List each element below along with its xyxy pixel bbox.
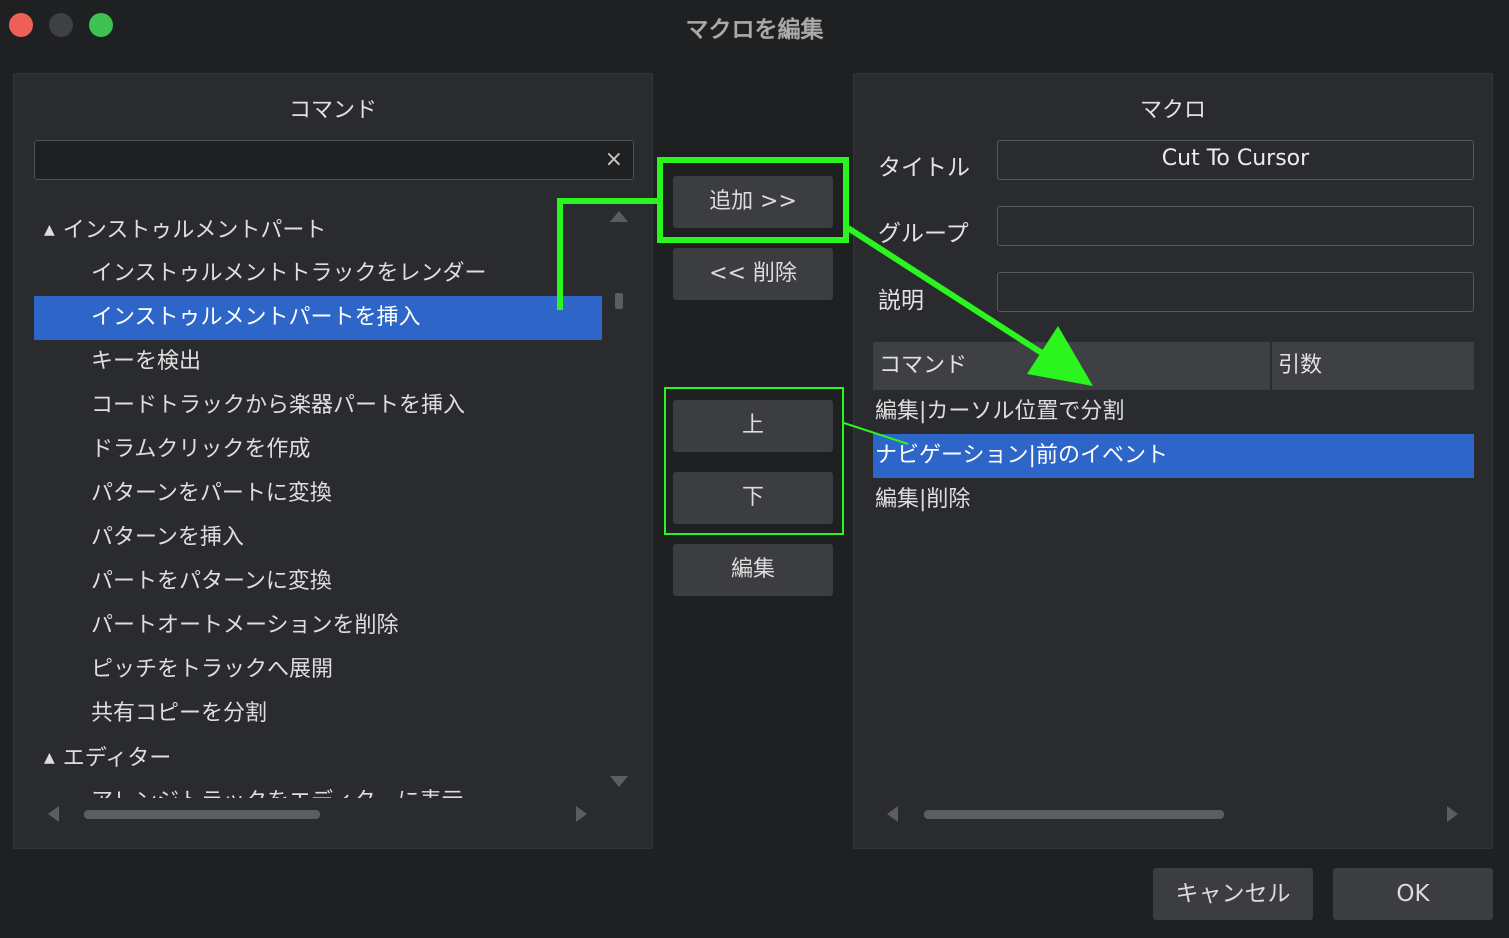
macro-horizontal-scrollbar-thumb[interactable]	[924, 810, 1224, 819]
tree-item[interactable]: パターンを挿入	[34, 516, 602, 560]
edit-button[interactable]: 編集	[673, 544, 833, 596]
scroll-up-arrow-icon[interactable]	[610, 211, 628, 222]
macro-panel: マクロ タイトル Cut To Cursor グループ 説明 コマンド 引数 編…	[853, 73, 1493, 849]
tree-item[interactable]: コードトラックから楽器パートを挿入	[34, 384, 602, 428]
group-field[interactable]	[997, 206, 1474, 246]
add-button-highlight	[657, 157, 849, 243]
macro-scroll-left-arrow-icon[interactable]	[887, 806, 898, 822]
macro-list-row[interactable]: ナビゲーション|前のイベント	[873, 434, 1474, 478]
command-tree[interactable]: ▲ インストゥルメントパート インストゥルメントトラックをレンダー インストゥルメント…	[34, 208, 602, 798]
ok-button[interactable]: OK	[1333, 868, 1493, 920]
title-label: タイトル	[878, 155, 970, 181]
tree-item-label: エディター	[62, 746, 172, 771]
tree-item-label: パートオートメーションを削除	[91, 613, 399, 638]
tree-group[interactable]: ▲ エディター	[34, 736, 602, 780]
column-divider[interactable]	[1270, 342, 1272, 390]
macro-scroll-right-arrow-icon[interactable]	[1447, 806, 1458, 822]
scroll-left-arrow-icon[interactable]	[48, 806, 59, 822]
description-label: 説明	[878, 288, 924, 314]
tree-item[interactable]: インストゥルメントパートを挿入	[34, 296, 602, 340]
tree-item[interactable]: 共有コピーを分割	[34, 692, 602, 736]
commands-panel-title: コマンド	[288, 98, 377, 123]
column-header-command[interactable]: コマンド	[879, 342, 967, 390]
cancel-button[interactable]: キャンセル	[1153, 868, 1313, 920]
macro-list-row[interactable]: 編集|削除	[873, 478, 1474, 522]
tree-item-label: パートをパターンに変換	[91, 569, 332, 594]
tree-item[interactable]: ピッチをトラックへ展開	[34, 648, 602, 692]
tree-item-label: コードトラックから楽器パートを挿入	[91, 393, 466, 418]
clear-search-icon[interactable]: ×	[605, 147, 623, 172]
tree-item[interactable]: パートをパターンに変換	[34, 560, 602, 604]
macro-panel-title: マクロ	[1139, 98, 1206, 123]
expand-triangle-icon[interactable]: ▲	[44, 736, 55, 780]
remove-button[interactable]: << 削除	[673, 248, 833, 300]
command-search-input[interactable]: ×	[34, 140, 634, 180]
macro-list-row[interactable]: 編集|カーソル位置で分割	[873, 390, 1474, 434]
vertical-scrollbar-thumb[interactable]	[615, 293, 623, 309]
tree-item[interactable]: ドラムクリックを作成	[34, 428, 602, 472]
tree-item-label: 共有コピーを分割	[91, 701, 268, 726]
tree-item-label: インストゥルメントトラックをレンダー	[91, 261, 487, 286]
title-bar: マクロを編集	[0, 0, 1509, 48]
horizontal-scrollbar-thumb[interactable]	[84, 810, 320, 819]
tree-item-label: パターンをパートに変換	[91, 481, 332, 506]
tree-item-label: ピッチをトラックへ展開	[91, 657, 334, 682]
tree-item-label: アレンジトラックをエディターに表示	[91, 789, 463, 798]
column-header-argument[interactable]: 引数	[1278, 342, 1322, 390]
reorder-buttons-highlight	[664, 387, 844, 535]
tree-item[interactable]: アレンジトラックをエディターに表示	[34, 780, 602, 798]
scroll-right-arrow-icon[interactable]	[576, 806, 587, 822]
tree-item-label: パターンを挿入	[91, 525, 244, 550]
group-label: グループ	[878, 221, 969, 247]
title-field[interactable]: Cut To Cursor	[997, 140, 1474, 180]
tree-item[interactable]: パターンをパートに変換	[34, 472, 602, 516]
tree-item-label: ドラムクリックを作成	[91, 437, 311, 462]
macro-command-list[interactable]: 編集|カーソル位置で分割 ナビゲーション|前のイベント 編集|削除	[873, 390, 1474, 522]
macro-list-header: コマンド 引数	[873, 342, 1474, 390]
expand-triangle-icon[interactable]: ▲	[44, 208, 55, 252]
commands-panel: コマンド × ▲ インストゥルメントパート インストゥルメントトラックをレンダー イン…	[13, 73, 653, 849]
tree-item-label: キーを検出	[91, 349, 202, 374]
window-title: マクロを編集	[685, 17, 824, 43]
tree-item[interactable]: キーを検出	[34, 340, 602, 384]
tree-item-label: インストゥルメントパートを挿入	[91, 305, 421, 330]
tree-group[interactable]: ▲ インストゥルメントパート	[34, 208, 602, 252]
description-field[interactable]	[997, 272, 1474, 312]
tree-item[interactable]: パートオートメーションを削除	[34, 604, 602, 648]
tree-item[interactable]: インストゥルメントトラックをレンダー	[34, 252, 602, 296]
tree-item-label: インストゥルメントパート	[62, 218, 327, 243]
scroll-down-arrow-icon[interactable]	[610, 776, 628, 787]
